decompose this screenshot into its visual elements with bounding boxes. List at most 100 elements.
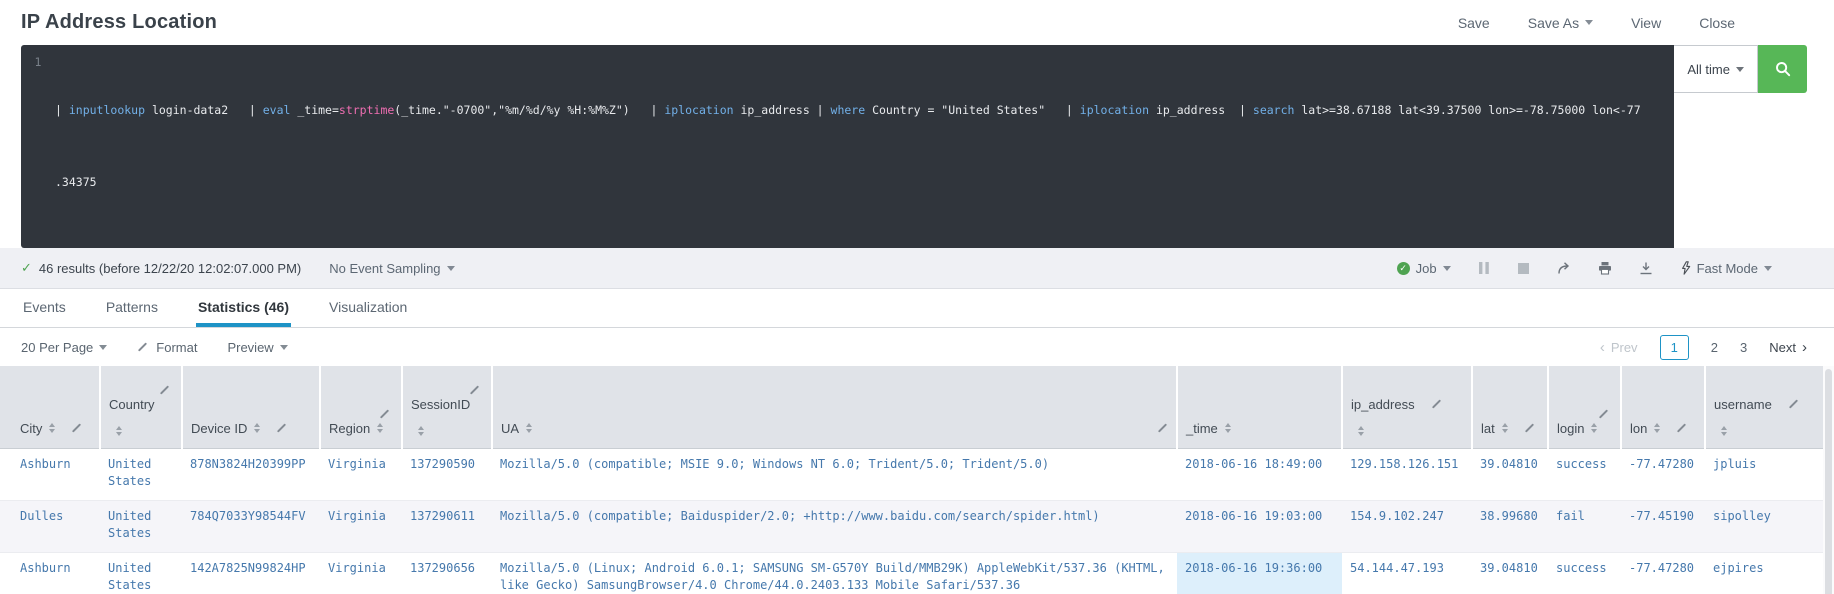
event-sampling-dropdown[interactable]: No Event Sampling <box>329 261 455 276</box>
cell-Device_ID[interactable]: 878N3824H20399PP <box>182 448 320 501</box>
cell-ip_address[interactable]: 54.144.47.193 <box>1342 552 1472 594</box>
column-header-lat[interactable]: lat <box>1472 366 1549 449</box>
print-icon[interactable] <box>1598 261 1612 275</box>
tab-events[interactable]: Events <box>21 299 68 327</box>
column-header-_time[interactable]: _time <box>1177 366 1343 449</box>
sort-icon[interactable] <box>1358 425 1364 436</box>
cell-SessionID[interactable]: 137290611 <box>402 500 492 553</box>
edit-column-icon[interactable] <box>1788 399 1798 409</box>
cell-Device_ID[interactable]: 142A7825N99824HP <box>182 552 320 594</box>
edit-column-icon[interactable] <box>1677 423 1687 433</box>
cell-login[interactable]: fail <box>1548 500 1621 553</box>
cell-lat[interactable]: 38.99680 <box>1472 500 1548 553</box>
sort-icon[interactable] <box>116 425 122 436</box>
close-button[interactable]: Close <box>1699 15 1735 31</box>
edit-column-icon[interactable] <box>277 423 287 433</box>
cell-lat[interactable]: 39.04810 <box>1472 552 1548 594</box>
cell-Region[interactable]: Virginia <box>320 500 402 553</box>
vertical-scrollbar[interactable] <box>1823 366 1834 594</box>
cell-Device_ID[interactable]: 784Q7033Y98544FV <box>182 500 320 553</box>
per-page-dropdown[interactable]: 20 Per Page <box>21 340 108 355</box>
cell-UA[interactable]: Mozilla/5.0 (compatible; Baiduspider/2.0… <box>492 500 1177 553</box>
edit-column-icon[interactable] <box>159 384 170 395</box>
column-header-Device_ID[interactable]: Device ID <box>182 366 321 449</box>
scrollbar-thumb[interactable] <box>1825 369 1832 594</box>
next-page-button[interactable]: Next › <box>1769 340 1807 355</box>
edit-column-icon[interactable] <box>1157 423 1168 433</box>
job-menu[interactable]: ✓ Job <box>1396 261 1451 276</box>
cell-Country[interactable]: United States <box>100 500 182 553</box>
sort-icon[interactable] <box>526 423 533 433</box>
pause-icon[interactable] <box>1478 261 1490 275</box>
sort-icon[interactable] <box>254 423 261 433</box>
column-header-UA[interactable]: UA <box>492 366 1178 449</box>
share-icon[interactable] <box>1557 261 1571 275</box>
cell-login[interactable]: success <box>1548 448 1621 501</box>
sort-icon[interactable] <box>418 425 424 436</box>
save-as-button[interactable]: Save As <box>1528 15 1594 31</box>
sort-icon[interactable] <box>1224 423 1231 433</box>
edit-column-icon[interactable] <box>1431 399 1441 409</box>
cell-_time[interactable]: 2018-06-16 18:49:00 <box>1177 448 1342 501</box>
time-range-picker[interactable]: All time <box>1674 45 1758 93</box>
page-1-button[interactable]: 1 <box>1659 334 1689 360</box>
cell-Region[interactable]: Virginia <box>320 448 402 501</box>
cell-UA[interactable]: Mozilla/5.0 (Linux; Android 6.0.1; SAMSU… <box>492 552 1177 594</box>
download-icon[interactable] <box>1639 261 1653 275</box>
cell-username[interactable]: ejpires <box>1705 552 1823 594</box>
edit-column-icon[interactable] <box>379 408 390 419</box>
column-header-SessionID[interactable]: SessionID <box>402 366 493 449</box>
cell-UA[interactable]: Mozilla/5.0 (compatible; MSIE 9.0; Windo… <box>492 448 1177 501</box>
cell-username[interactable]: sipolley <box>1705 500 1823 553</box>
preview-dropdown[interactable]: Preview <box>227 340 288 355</box>
sort-icon[interactable] <box>49 423 56 433</box>
cell-login[interactable]: success <box>1548 552 1621 594</box>
cell-Country[interactable]: United States <box>100 448 182 501</box>
cell-ip_address[interactable]: 129.158.126.151 <box>1342 448 1472 501</box>
sort-icon[interactable] <box>1654 423 1661 433</box>
cell-SessionID[interactable]: 137290590 <box>402 448 492 501</box>
tab-statistics[interactable]: Statistics (46) <box>195 299 292 327</box>
edit-column-icon[interactable] <box>72 423 82 433</box>
column-header-username[interactable]: username <box>1705 366 1823 449</box>
page-3-button[interactable]: 3 <box>1740 340 1747 355</box>
tab-patterns[interactable]: Patterns <box>104 299 160 327</box>
cell-SessionID[interactable]: 137290656 <box>402 552 492 594</box>
cell-_time[interactable]: 2018-06-16 19:36:00 <box>1177 552 1342 594</box>
prev-page-button[interactable]: ‹ Prev <box>1600 340 1638 355</box>
sort-icon[interactable] <box>1501 423 1508 433</box>
cell-ip_address[interactable]: 154.9.102.247 <box>1342 500 1472 553</box>
save-button[interactable]: Save <box>1458 15 1490 31</box>
edit-column-icon[interactable] <box>1524 423 1534 433</box>
cell-City[interactable]: Dulles <box>0 500 100 553</box>
cell-lon[interactable]: -77.47280 <box>1621 448 1705 501</box>
sort-icon[interactable] <box>1591 423 1598 433</box>
cell-username[interactable]: jpluis <box>1705 448 1823 501</box>
search-mode-dropdown[interactable]: Fast Mode <box>1680 261 1772 276</box>
sort-icon[interactable] <box>377 423 384 433</box>
cell-_time[interactable]: 2018-06-16 19:03:00 <box>1177 500 1342 553</box>
sort-icon[interactable] <box>1721 425 1727 436</box>
edit-column-icon[interactable] <box>1598 408 1609 419</box>
cell-lat[interactable]: 39.04810 <box>1472 448 1548 501</box>
cell-City[interactable]: Ashburn <box>0 448 100 501</box>
column-header-City[interactable]: City <box>0 366 101 449</box>
stop-icon[interactable] <box>1517 262 1530 275</box>
cell-Region[interactable]: Virginia <box>320 552 402 594</box>
search-button[interactable] <box>1758 45 1807 93</box>
format-button[interactable]: Format <box>137 340 197 355</box>
tab-visualization[interactable]: Visualization <box>327 299 409 327</box>
column-header-ip_address[interactable]: ip_address <box>1342 366 1473 449</box>
cell-City[interactable]: Ashburn <box>0 552 100 594</box>
column-header-lon[interactable]: lon <box>1621 366 1706 449</box>
view-button[interactable]: View <box>1631 15 1661 31</box>
cell-Country[interactable]: United States <box>100 552 182 594</box>
column-header-Country[interactable]: Country <box>100 366 183 449</box>
cell-lon[interactable]: -77.47280 <box>1621 552 1705 594</box>
edit-column-icon[interactable] <box>469 384 480 395</box>
page-2-button[interactable]: 2 <box>1711 340 1718 355</box>
column-header-Region[interactable]: Region <box>320 366 403 449</box>
cell-lon[interactable]: -77.45190 <box>1621 500 1705 553</box>
search-query-input[interactable]: 1 | inputlookup login-data2 | eval _time… <box>21 45 1675 248</box>
column-header-login[interactable]: login <box>1548 366 1622 449</box>
